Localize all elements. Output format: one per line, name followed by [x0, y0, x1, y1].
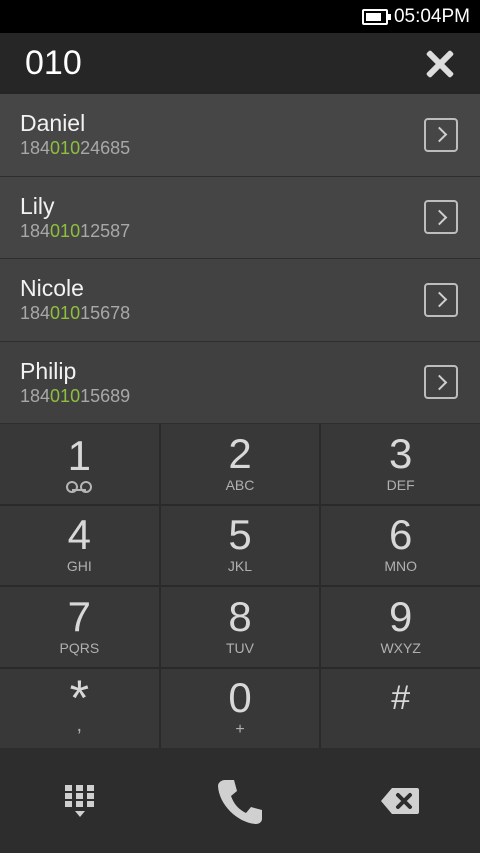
dial-input-bar: 010: [0, 33, 480, 94]
dial-keypad: 1 2 ABC 3 DEF 4 GHI 5 JKL 6 MNO 7 PQRS 8…: [0, 424, 480, 748]
close-icon[interactable]: [425, 49, 455, 79]
contact-name: Nicole: [20, 275, 84, 302]
key-digit: 8: [228, 592, 252, 640]
contact-row-philip[interactable]: Philip 18401015689: [0, 341, 480, 424]
contact-info: Nicole 18401015678: [20, 275, 130, 324]
key-letters: MNO: [384, 558, 417, 575]
key-letters: GHI: [66, 558, 92, 575]
contact-number: 18401012587: [20, 221, 130, 242]
contact-name: Philip: [20, 357, 77, 384]
key-digit: #: [391, 679, 411, 718]
status-time: 05:04PM: [393, 5, 470, 27]
contact-row-nicole[interactable]: Nicole 18401015678: [0, 259, 480, 342]
key-digit: 1: [67, 431, 91, 479]
key-9[interactable]: 9 WXYZ: [321, 587, 480, 667]
contact-number: 18401024685: [20, 138, 130, 159]
number-suffix: 15678: [80, 303, 131, 324]
contact-row-daniel[interactable]: Daniel 18401024685: [0, 94, 480, 177]
voicemail-icon: [66, 480, 93, 493]
contact-name: Lily: [20, 192, 55, 219]
number-prefix: 184: [20, 303, 51, 324]
key-letters: PQRS: [59, 639, 100, 656]
key-letters: DEF: [386, 476, 415, 493]
contact-number: 18401015689: [20, 386, 130, 407]
key-8[interactable]: 8 TUV: [160, 587, 320, 667]
chevron-right-icon[interactable]: [424, 282, 458, 317]
battery-icon: [361, 8, 391, 25]
key-star[interactable]: * ,: [0, 668, 159, 748]
number-prefix: 184: [20, 385, 51, 406]
key-6[interactable]: 6 MNO: [321, 505, 480, 585]
chevron-right-icon[interactable]: [424, 200, 458, 235]
contact-info: Lily 18401012587: [20, 193, 130, 242]
number-prefix: 184: [20, 220, 51, 241]
key-digit: 0: [228, 674, 252, 722]
key-3[interactable]: 3 DEF: [321, 424, 480, 504]
chevron-right-icon[interactable]: [424, 365, 458, 400]
key-digit: 7: [67, 592, 91, 640]
key-5[interactable]: 5 JKL: [160, 505, 320, 585]
chevron-right-icon[interactable]: [424, 117, 458, 152]
key-digit: 6: [388, 511, 413, 559]
key-digit: *: [69, 670, 90, 727]
backspace-button[interactable]: [340, 761, 460, 841]
key-0[interactable]: 0 +: [160, 668, 320, 748]
dial-input[interactable]: 010: [25, 44, 82, 83]
contact-info: Philip 18401015689: [20, 358, 130, 407]
contact-results: Daniel 18401024685 Lily 18401012587 Nico…: [0, 94, 480, 424]
number-match: 010: [50, 385, 81, 406]
contact-number: 18401015678: [20, 303, 130, 324]
call-button[interactable]: [180, 761, 300, 841]
key-digit: 3: [388, 429, 413, 477]
backspace-icon: [381, 787, 419, 814]
key-digit: 4: [67, 511, 91, 559]
number-prefix: 184: [20, 138, 51, 159]
contact-row-lily[interactable]: Lily 18401012587: [0, 176, 480, 259]
number-suffix: 24685: [80, 138, 131, 159]
number-match: 010: [50, 303, 81, 324]
key-1[interactable]: 1: [0, 424, 159, 504]
key-letters: WXYZ: [380, 639, 421, 656]
key-digit: 5: [228, 511, 252, 559]
number-suffix: 12587: [80, 220, 131, 241]
contact-info: Daniel 18401024685: [20, 110, 130, 159]
key-4[interactable]: 4 GHI: [0, 505, 159, 585]
contact-name: Daniel: [20, 110, 86, 137]
key-digit: 9: [388, 592, 413, 640]
battery-level: [365, 12, 382, 21]
dialpad-button[interactable]: [20, 761, 140, 841]
key-7[interactable]: 7 PQRS: [0, 587, 159, 667]
key-letters: TUV: [225, 639, 254, 656]
number-match: 010: [50, 220, 81, 241]
key-letters: ,: [76, 714, 83, 737]
number-suffix: 15689: [80, 385, 131, 406]
key-letters: +: [235, 721, 245, 739]
bottom-action-bar: [0, 748, 480, 853]
key-hash[interactable]: #: [321, 668, 480, 748]
number-match: 010: [50, 138, 81, 159]
status-bar: 05:04PM: [0, 0, 480, 33]
key-2[interactable]: 2 ABC: [160, 424, 320, 504]
key-digit: 2: [228, 429, 252, 477]
dialpad-icon: [65, 784, 94, 817]
key-letters: ABC: [225, 476, 255, 493]
key-letters: JKL: [227, 558, 253, 575]
phone-icon: [218, 779, 262, 824]
